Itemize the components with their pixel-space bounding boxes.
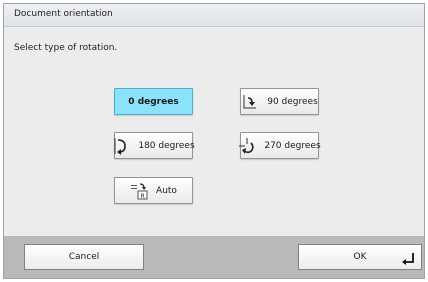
rotation-90-degrees-label: 90 degrees [267,96,318,107]
rotation-270-degrees-button[interactable]: 270 degrees [238,132,321,159]
enter-key-icon [401,251,415,265]
svg-text:R: R [141,193,145,200]
cancel-button[interactable]: Cancel [24,244,144,270]
document-orientation-dialog: Document orientation Select type of rota… [3,3,425,279]
ok-button[interactable]: OK [298,244,422,270]
rotation-0-degrees-button[interactable]: 0 degrees [114,88,193,115]
instruction-text: Select type of rotation. [14,43,118,53]
rotation-0-degrees-label: 0 degrees [128,96,179,107]
rotation-90-degrees-button[interactable]: 90 degrees [240,88,319,115]
rotation-auto-button[interactable]: R Auto [114,177,193,204]
rotation-270-degrees-label: 270 degrees [264,140,321,151]
dialog-footer: Cancel OK [4,236,424,278]
rotate-270-icon [238,137,256,155]
auto-rotate-icon: R [130,182,148,200]
dialog-title: Document orientation [14,9,113,19]
cancel-button-label: Cancel [68,252,100,262]
rotation-auto-label: Auto [156,185,177,196]
rotate-90-icon [241,93,259,111]
ok-button-label: OK [353,252,367,262]
dialog-titlebar: Document orientation [4,4,424,27]
rotation-180-degrees-button[interactable]: 180 degrees [112,132,195,159]
rotation-180-degrees-label: 180 degrees [138,140,195,151]
rotate-180-icon [112,137,130,155]
